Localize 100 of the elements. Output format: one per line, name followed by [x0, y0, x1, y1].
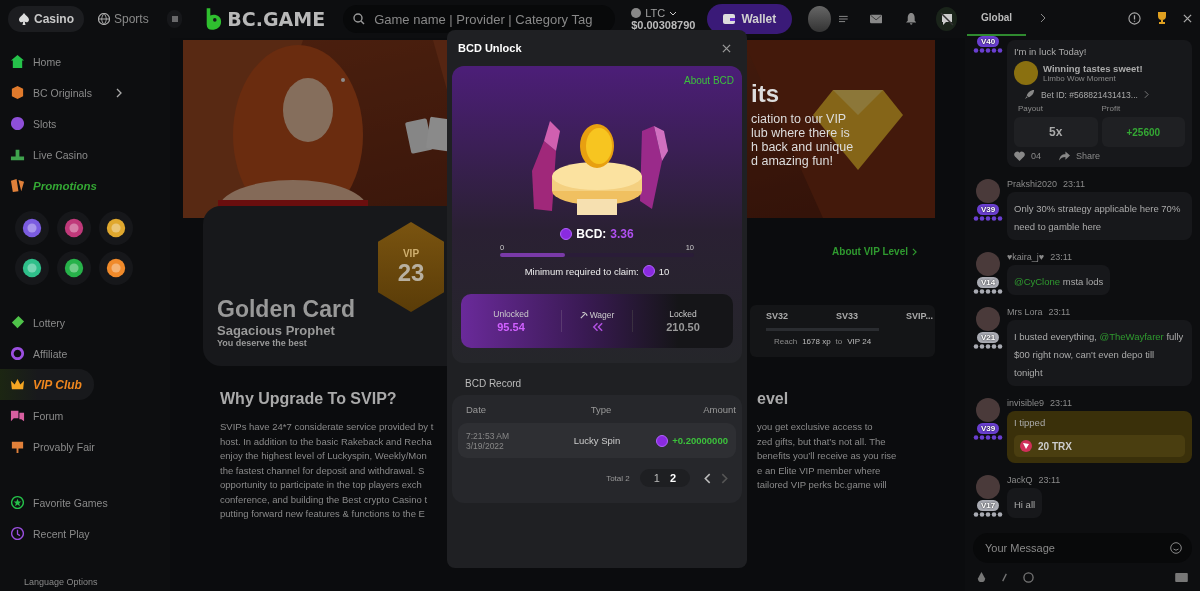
share-link[interactable]: Share — [1076, 151, 1101, 161]
nav-tab[interactable]: Casino — [8, 6, 84, 32]
wallet-icon — [723, 14, 736, 24]
profit-value: +25600 — [1101, 117, 1185, 147]
house-icon — [10, 54, 25, 69]
sidebar-item[interactable]: BC Originals — [0, 77, 150, 108]
balance-amount: $0.00308790 — [631, 19, 696, 31]
sidebar-item[interactable]: Slots — [0, 108, 150, 139]
banner-text: lub where there is — [751, 126, 850, 140]
bcd-coin-icon — [656, 434, 669, 447]
claim-amount: 10 — [658, 265, 670, 277]
caret-icon — [669, 10, 678, 16]
message-text: I tipped — [1014, 417, 1047, 429]
bcd-coin-icon — [560, 228, 573, 240]
column-header: Type — [589, 403, 613, 415]
sidebar-item[interactable]: Provably Fair — [0, 431, 150, 462]
keyboard-icon[interactable] — [1175, 572, 1188, 582]
section-text: tailored VIP perks bc.game will — [757, 478, 887, 492]
table-cell-text: 7:21:53 AM — [466, 430, 510, 441]
modal-title: BCD Unlock — [458, 42, 522, 54]
slot-icon — [10, 116, 25, 131]
rank-dots-icon — [973, 435, 1003, 440]
emoji-icon[interactable] — [1170, 542, 1182, 554]
banner-text: d amazing fun! — [751, 154, 833, 168]
stat-label: Unlocked — [493, 309, 529, 319]
username[interactable]: Prakshi2020 — [1007, 179, 1058, 189]
medal-icon — [1014, 61, 1038, 85]
sidebar-item[interactable]: Recent Play — [0, 518, 150, 549]
section-title: Why Upgrade To SVIP? — [220, 390, 397, 408]
close-icon[interactable] — [1183, 13, 1192, 23]
message-text: I'm in luck Today! — [1014, 46, 1088, 57]
rank-dots-icon — [973, 216, 1003, 221]
close-icon[interactable] — [722, 43, 731, 53]
sidebar-item[interactable]: Live Casino — [0, 139, 150, 170]
win-title: Winning tastes sweet! — [1043, 63, 1143, 74]
user-avatar[interactable] — [808, 6, 831, 32]
rank-dots-icon — [973, 512, 1003, 517]
message-text: I busted everything, @TheWayfarer fully $00 right now, can't even depo till tonight — [1014, 331, 1184, 378]
profit-label: Profit — [1101, 104, 1122, 113]
username[interactable]: JackQ — [1007, 475, 1033, 485]
drop-icon[interactable] — [977, 571, 986, 583]
card-subtitle: Sagacious Prophet — [217, 323, 335, 338]
username[interactable]: ♥kaira_j♥ — [1007, 252, 1045, 262]
board-icon — [10, 439, 25, 454]
double-chevron-icon — [590, 322, 604, 332]
logo-icon — [204, 8, 223, 30]
coin-icon — [631, 8, 642, 18]
bcd-coin-icon — [642, 265, 655, 277]
chat-off-icon — [939, 12, 954, 26]
about-bcd-link[interactable]: About BCD — [683, 75, 734, 86]
card-title: Golden Card — [217, 296, 355, 323]
table-icon — [10, 147, 25, 162]
sidebar-item[interactable]: Forum — [0, 400, 150, 431]
mail-icon[interactable] — [869, 14, 882, 24]
info-icon[interactable] — [1128, 11, 1141, 25]
reach-label: Reach — [774, 337, 798, 346]
list-icon[interactable] — [838, 15, 848, 23]
sidebar-item[interactable]: Home — [0, 46, 150, 77]
chevron-icon[interactable] — [1040, 13, 1047, 23]
message-time: 23:11 — [1048, 307, 1071, 317]
payout-label: Payout — [1018, 104, 1044, 113]
sidebar-item[interactable]: Promotions — [0, 170, 150, 201]
to-label: to — [835, 337, 843, 346]
previous-page-icon[interactable] — [704, 472, 711, 484]
currency-selector[interactable]: LTC — [645, 7, 666, 19]
level-label: SV33 — [836, 311, 859, 321]
sidebar-item[interactable]: Affiliate — [0, 338, 150, 369]
heart-icon[interactable] — [1014, 151, 1025, 161]
bcd-label: BCD: — [576, 227, 607, 241]
level-label: SV32 — [766, 311, 789, 321]
ticket-icon — [10, 315, 25, 330]
sidebar-item[interactable]: VIP Club — [0, 369, 94, 400]
bet-id[interactable]: Bet ID: #568821431413... — [1041, 89, 1138, 100]
trx-coin-icon — [1020, 440, 1032, 452]
chat-toggle-button[interactable] — [936, 7, 957, 31]
target-level: VIP 24 — [847, 337, 872, 346]
section-text: SVIPs have 24*7 considerate service provided by t — [220, 420, 434, 434]
nav-tab[interactable]: Sports — [88, 6, 159, 32]
wallet-button[interactable]: Wallet — [707, 4, 793, 34]
menu-button[interactable] — [166, 10, 183, 28]
sidebar-item[interactable]: Lottery — [0, 307, 150, 338]
page-number[interactable]: 1 — [653, 472, 660, 484]
message-input[interactable]: Your Message — [973, 533, 1192, 563]
chat-tab[interactable]: Global — [967, 0, 1027, 36]
about-vip-link[interactable]: About VIP Level — [832, 246, 908, 257]
search-field[interactable]: Game name | Provider | Category Tag — [343, 5, 616, 33]
section-text: conference, and building the Best crypto Casino t — [220, 492, 427, 507]
username[interactable]: Mrs Lora — [1007, 307, 1043, 317]
rank-dots-icon — [973, 289, 1003, 294]
sidebar-item[interactable]: Favorite Games — [0, 487, 150, 518]
language-options-link[interactable]: Language Options — [0, 577, 170, 587]
like-count: 04 — [1031, 151, 1041, 161]
coin-icon[interactable] — [1023, 571, 1034, 583]
username[interactable]: invisible9 — [1007, 398, 1045, 408]
trophy-icon[interactable] — [1155, 11, 1169, 25]
bell-icon[interactable] — [905, 12, 917, 26]
share-icon[interactable] — [1059, 151, 1070, 161]
column-header: Date — [466, 403, 488, 415]
page-number[interactable]: 2 — [669, 472, 676, 484]
slash-icon[interactable] — [1000, 572, 1009, 582]
